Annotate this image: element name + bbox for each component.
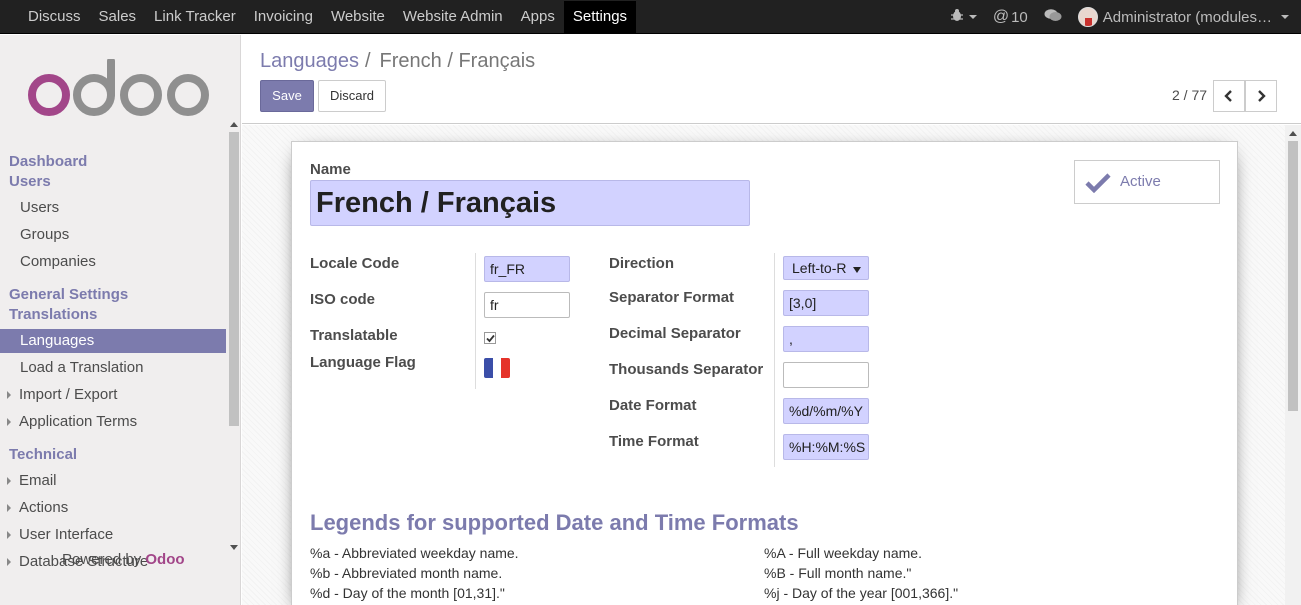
- breadcrumb: Languages / French / Français: [260, 50, 535, 73]
- name-label: Name: [310, 161, 351, 178]
- sidebar-section-technical[interactable]: Technical: [9, 443, 235, 467]
- chevron-left-icon: [1224, 90, 1232, 102]
- name-input[interactable]: French / Français: [310, 180, 750, 226]
- powered-by: Powered by Odoo: [62, 551, 185, 568]
- user-name: Administrator (modules…: [1102, 8, 1272, 26]
- sidebar-scrollbar[interactable]: [228, 118, 240, 550]
- menu-sales[interactable]: Sales: [90, 1, 146, 33]
- active-toggle-button[interactable]: Active: [1074, 160, 1220, 204]
- active-label: Active: [1120, 173, 1161, 190]
- pager-value: 2 / 77: [1172, 87, 1208, 103]
- label-divider: [475, 253, 476, 389]
- locale-code-label: Locale Code: [310, 255, 400, 272]
- french-flag-icon: [484, 358, 510, 378]
- odoo-logo[interactable]: [28, 57, 214, 124]
- translatable-checkbox[interactable]: [484, 332, 496, 344]
- sidebar-item-companies[interactable]: Companies: [0, 250, 226, 274]
- top-navbar: Discuss Sales Link Tracker Invoicing Web…: [0, 0, 1301, 34]
- breadcrumb-separator: /: [364, 50, 371, 72]
- sidebar-section-translations[interactable]: Translations: [9, 303, 235, 327]
- sidebar-item-actions[interactable]: Actions: [0, 496, 226, 520]
- menu-discuss[interactable]: Discuss: [19, 1, 90, 33]
- menu-apps[interactable]: Apps: [512, 1, 564, 33]
- dropdown-caret-icon: [853, 267, 861, 273]
- time-format-input[interactable]: %H:%M:%S: [783, 434, 869, 460]
- menu-settings[interactable]: Settings: [563, 1, 637, 33]
- sidebar-item-email[interactable]: Email: [0, 469, 226, 493]
- control-panel: Languages / French / Français Save Discard…: [242, 35, 1301, 124]
- menu-website-admin[interactable]: Website Admin: [394, 1, 512, 33]
- decimal-separator-input[interactable]: ,: [783, 326, 869, 352]
- locale-code-input[interactable]: fr_FR: [484, 256, 570, 282]
- check-icon: [1085, 173, 1111, 193]
- mentions-counter[interactable]: @ 10: [985, 8, 1036, 26]
- discard-button[interactable]: Discard: [318, 80, 386, 112]
- chevron-down-icon: [968, 15, 977, 19]
- sidebar-item-users[interactable]: Users: [0, 196, 226, 220]
- pager-next-button[interactable]: [1245, 80, 1277, 112]
- date-format-input[interactable]: %d/%m/%Y: [783, 398, 869, 424]
- main-scrollbar[interactable]: [1285, 125, 1301, 605]
- time-format-label: Time Format: [609, 433, 699, 450]
- separator-format-input[interactable]: [3,0]: [783, 290, 869, 316]
- iso-code-label: ISO code: [310, 291, 376, 308]
- sidebar-item-application-terms[interactable]: Application Terms: [0, 410, 226, 434]
- save-button[interactable]: Save: [260, 80, 314, 112]
- separator-format-label: Separator Format: [609, 289, 735, 306]
- mentions-count: 10: [1011, 8, 1028, 26]
- comments-icon: [1044, 8, 1062, 26]
- user-menu[interactable]: Administrator (modules…: [1070, 7, 1301, 27]
- sidebar-item-groups[interactable]: Groups: [0, 223, 226, 247]
- direction-label: Direction: [609, 255, 675, 272]
- date-format-label: Date Format: [609, 397, 697, 414]
- direction-select[interactable]: Left-to-R: [783, 256, 869, 280]
- pager-previous-button[interactable]: [1213, 80, 1245, 112]
- sidebar-item-user-interface[interactable]: User Interface: [0, 523, 226, 547]
- decimal-separator-label: Decimal Separator: [609, 325, 741, 342]
- menu-link-tracker[interactable]: Link Tracker: [145, 1, 245, 33]
- powered-by-text: Powered by: [62, 551, 142, 568]
- direction-value: Left-to-R: [792, 260, 847, 276]
- sidebar-item-languages[interactable]: Languages: [0, 329, 226, 353]
- language-flag-label: Language Flag: [310, 354, 416, 371]
- powered-by-brand[interactable]: Odoo: [145, 551, 184, 568]
- systray: @ 10 Administrator (modules…: [942, 0, 1301, 34]
- legend-item: %b - Abbreviated month name.: [310, 565, 503, 581]
- scrollbar-thumb[interactable]: [229, 132, 239, 426]
- translatable-label: Translatable: [310, 327, 398, 344]
- legend-item: %B - Full month name.": [764, 565, 912, 581]
- breadcrumb-current: French / Français: [379, 50, 536, 72]
- legend-item: %A - Full weekday name.: [764, 545, 922, 561]
- menu-website[interactable]: Website: [322, 1, 394, 33]
- scroll-up-icon[interactable]: [230, 122, 238, 127]
- menu-invoicing[interactable]: Invoicing: [245, 1, 322, 33]
- chevron-down-icon: [1281, 15, 1289, 19]
- at-icon: @: [992, 8, 1010, 25]
- breadcrumb-languages[interactable]: Languages: [260, 50, 359, 72]
- iso-code-input[interactable]: fr: [484, 292, 570, 318]
- legend-item: %d - Day of the month [01,31].": [310, 585, 505, 601]
- avatar: [1077, 7, 1098, 27]
- checkmark-icon: [486, 334, 495, 343]
- debug-menu[interactable]: [942, 8, 985, 26]
- app-menu: Discuss Sales Link Tracker Invoicing Web…: [19, 0, 637, 34]
- legend-item: %a - Abbreviated weekday name.: [310, 545, 519, 561]
- label-divider: [774, 253, 775, 467]
- sidebar-item-load-a-translation[interactable]: Load a Translation: [0, 356, 226, 380]
- thousands-separator-input[interactable]: [783, 362, 869, 388]
- legend-item: %j - Day of the year [001,366].": [764, 585, 959, 601]
- scroll-down-icon[interactable]: [230, 545, 238, 550]
- chevron-right-icon: [1258, 90, 1266, 102]
- legend-title: Legends for supported Date and Time Form…: [310, 510, 799, 535]
- scroll-up-icon[interactable]: [1289, 131, 1297, 136]
- thousands-separator-label: Thousands Separator: [609, 361, 764, 378]
- chat-button[interactable]: [1036, 8, 1070, 26]
- scrollbar-thumb[interactable]: [1288, 141, 1298, 411]
- bug-icon: [950, 8, 964, 26]
- sidebar-section-users[interactable]: Users: [9, 170, 235, 194]
- sidebar-item-import-export[interactable]: Import / Export: [0, 383, 226, 407]
